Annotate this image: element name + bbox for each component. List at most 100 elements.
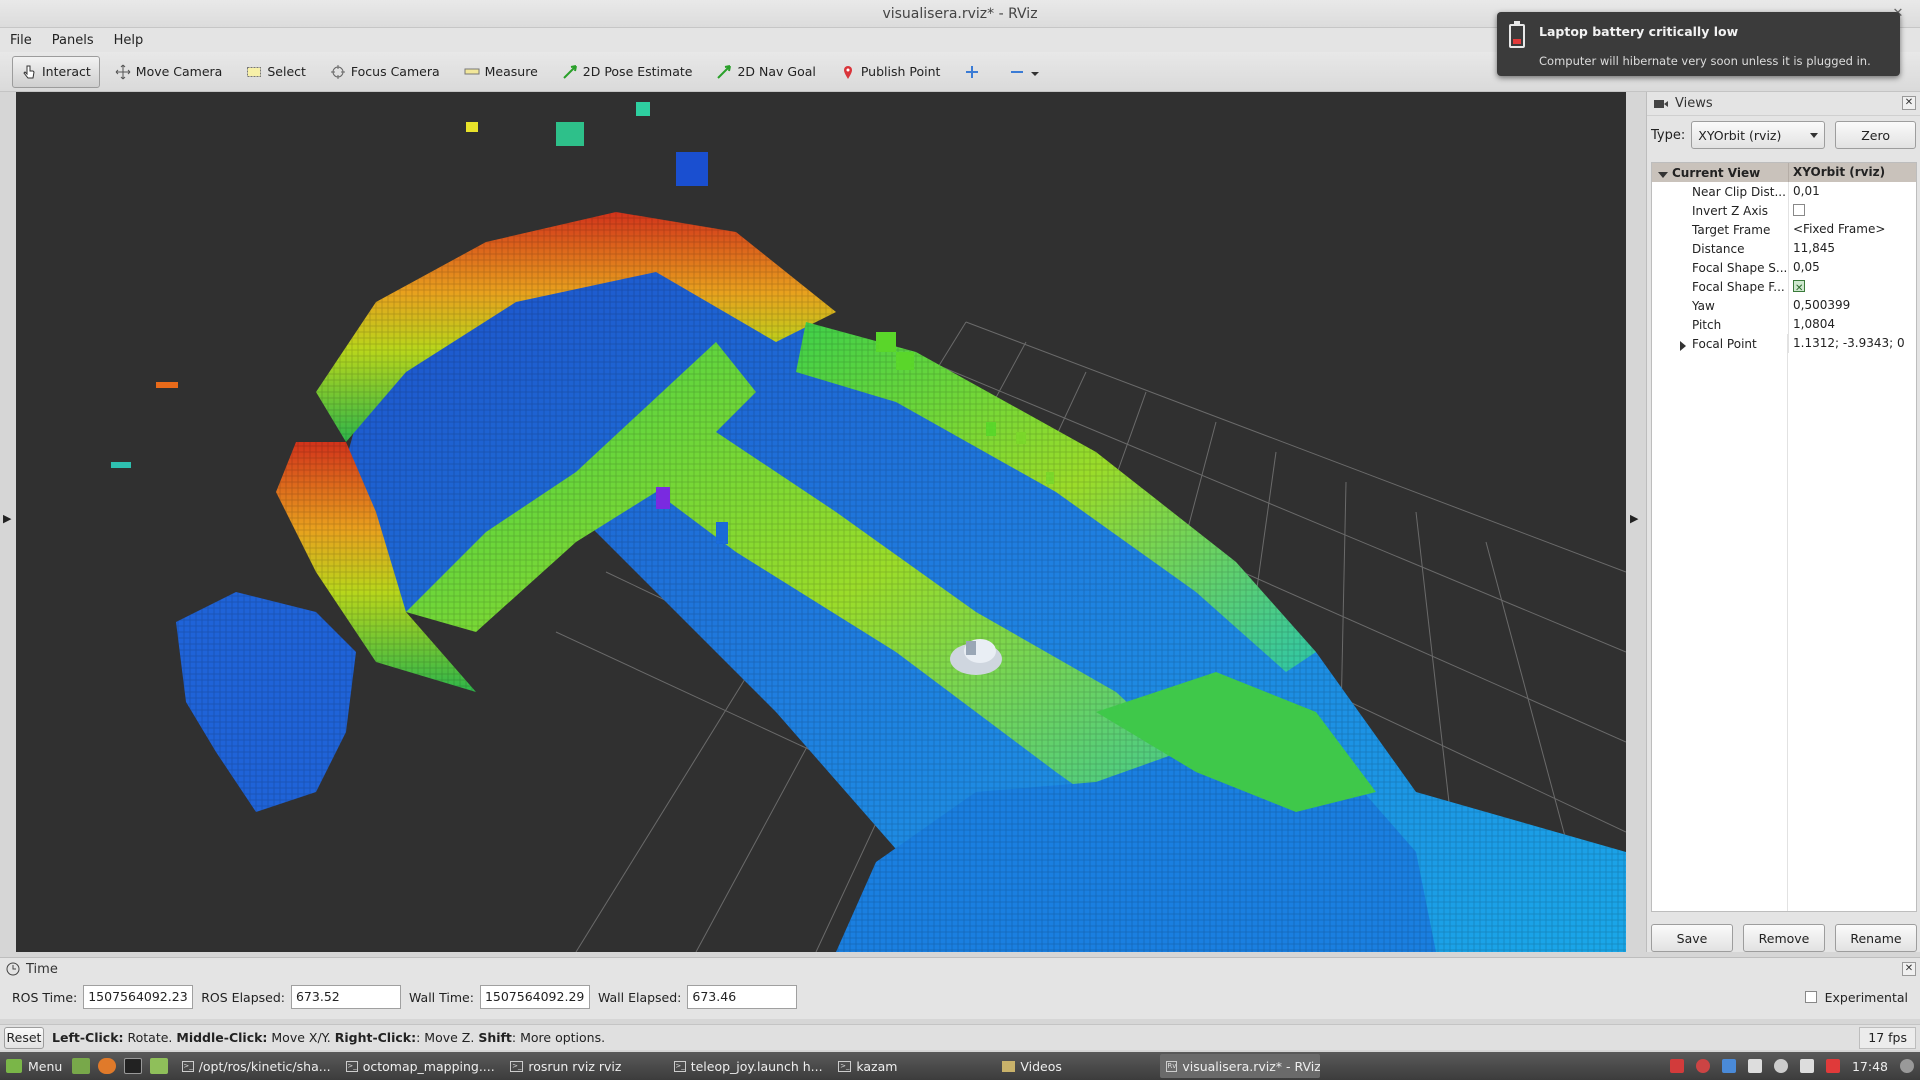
expand-down-icon[interactable] [1658,171,1668,178]
view-type-value: XYOrbit (rviz) [1698,127,1782,143]
views-panel: Views ✕ Type: XYOrbit (rviz) Zero Curren… [1646,92,1920,952]
right-dock-toggle-icon[interactable]: ▶ [1630,512,1638,525]
menu-panels[interactable]: Panels [52,33,94,48]
render-viewport[interactable] [16,92,1626,952]
remove-view-button[interactable]: Remove [1743,924,1825,952]
notification-body: Computer will hibernate very soon unless… [1539,54,1871,68]
task-videos[interactable]: Videos [996,1054,1156,1078]
near-clip-value[interactable]: 0,01 [1788,182,1916,201]
volume-icon[interactable] [1900,1059,1914,1073]
battery-icon[interactable] [1825,1059,1840,1073]
octomap-render [111,102,1626,952]
left-dock-toggle-icon[interactable]: ▶ [3,512,11,525]
property-focal-shape-size[interactable]: Focal Shape S... 0,05 [1652,258,1916,277]
ros-time-field[interactable]: 1507564092.23 [83,985,194,1009]
close-panel-icon[interactable]: ✕ [1902,962,1916,976]
tool-2d-pose-estimate-label: 2D Pose Estimate [582,64,693,79]
user-icon[interactable] [1773,1059,1788,1073]
property-target-frame[interactable]: Target Frame <Fixed Frame> [1652,220,1916,239]
tool-2d-pose-estimate[interactable]: 2D Pose Estimate [553,56,702,88]
tool-measure[interactable]: Measure [455,56,547,88]
dropbox-icon[interactable] [1747,1059,1762,1073]
property-distance[interactable]: Distance 11,845 [1652,239,1916,258]
camera-icon [1653,98,1669,110]
task-octomap[interactable]: >_ octomap_mapping.... [340,1054,500,1078]
tool-interact-label: Interact [42,64,91,79]
tool-select-label: Select [267,64,306,79]
rename-view-button[interactable]: Rename [1835,924,1917,952]
task-kazam[interactable]: >_ kazam [832,1054,992,1078]
wifi-icon[interactable] [1799,1059,1814,1073]
property-near-clip[interactable]: Near Clip Dist... 0,01 [1652,182,1916,201]
terminal-icon[interactable] [124,1058,143,1074]
view-type-label: Type: [1651,127,1686,143]
time-fields-row: ROS Time: 1507564092.23 ROS Elapsed: 673… [0,980,1920,1014]
task-opt-ros[interactable]: >_/opt/ros/kinetic/sha... [176,1054,336,1078]
tool-publish-point[interactable]: Publish Point [831,56,950,88]
remove-tool-button[interactable] [1000,56,1054,88]
focal-shape-size-value[interactable]: 0,05 [1788,258,1916,277]
tool-select[interactable]: Select [237,56,315,88]
pitch-value[interactable]: 1,0804 [1788,315,1916,334]
current-view-row[interactable]: Current View XYOrbit (rviz) [1652,163,1916,182]
tool-2d-nav-goal[interactable]: 2D Nav Goal [707,56,824,88]
reset-button[interactable]: Reset [4,1026,44,1049]
target-frame-value[interactable]: <Fixed Frame> [1788,220,1916,239]
zero-button[interactable]: Zero [1835,121,1916,149]
view-type-select[interactable]: XYOrbit (rviz) [1691,121,1826,149]
files-icon[interactable] [150,1058,169,1074]
tool-move-camera-label: Move Camera [135,64,223,79]
dropdown-arrow-icon[interactable] [1030,64,1040,80]
property-focal-shape-fixed[interactable]: Focal Shape F... [1652,277,1916,296]
focal-point-name: Focal Point [1652,337,1788,351]
select-rect-icon [246,64,262,80]
add-tool-button[interactable] [955,56,994,88]
tool-focus-camera[interactable]: Focus Camera [321,56,449,88]
system-tray: 17:48 [1658,1052,1914,1080]
shield-icon[interactable] [1695,1059,1710,1073]
property-invert-z[interactable]: Invert Z Axis [1652,201,1916,220]
focal-shape-fixed-checkbox[interactable] [1793,279,1805,296]
clock-icon [6,962,20,976]
wall-elapsed-label: Wall Elapsed: [597,989,682,1005]
battery-notification[interactable]: Laptop battery critically low Computer w… [1497,12,1900,76]
experimental-checkbox[interactable] [1804,991,1817,1003]
yaw-value[interactable]: 0,500399 [1788,296,1916,315]
wall-time-field[interactable]: 1507564092.29 [479,985,590,1009]
invert-z-checkbox[interactable] [1793,204,1805,216]
mouse-hint: Left-Click: Rotate. Middle-Click: Move X… [52,1030,606,1045]
status-bar: Reset Left-Click: Rotate. Middle-Click: … [0,1024,1920,1050]
bluetooth-icon[interactable] [1721,1059,1736,1073]
wall-elapsed-field[interactable]: 673.46 [687,985,798,1009]
plus-icon [964,64,980,80]
property-focal-point[interactable]: Focal Point 1.1312; -3.9343; 0 [1652,334,1916,353]
task-rviz[interactable]: Rv visualisera.rviz* - RViz [1160,1054,1321,1078]
distance-value[interactable]: 11,845 [1788,239,1916,258]
time-panel-header: Time ✕ [0,958,1920,980]
tool-focus-camera-label: Focus Camera [350,64,440,79]
start-menu-button[interactable]: Menu [0,1054,68,1078]
tool-measure-label: Measure [484,64,538,79]
task-rosrun-rviz[interactable]: >_ rosrun rviz rviz [504,1054,664,1078]
tool-move-camera[interactable]: Move Camera [106,56,232,88]
current-view-value: XYOrbit (rviz) [1788,163,1916,182]
task-teleop[interactable]: >_ teleop_joy.launch h... [668,1054,828,1078]
focal-point-value[interactable]: 1.1312; -3.9343; 0 [1788,334,1916,353]
menu-file[interactable]: File [10,33,32,48]
clock[interactable]: 17:48 [1852,1059,1888,1074]
firefox-icon[interactable] [98,1058,117,1074]
record-icon[interactable] [1669,1059,1684,1073]
close-panel-icon[interactable]: ✕ [1902,96,1916,110]
menu-help[interactable]: Help [114,33,144,48]
show-desktop-icon[interactable] [72,1058,91,1074]
chevron-down-icon [1810,133,1819,138]
save-view-button[interactable]: Save [1651,924,1733,952]
property-yaw[interactable]: Yaw 0,500399 [1652,296,1916,315]
expand-right-icon[interactable] [1680,340,1686,351]
current-view-name: Current View [1652,166,1788,180]
mint-logo-icon [6,1059,22,1073]
ruler-icon [464,64,480,80]
ros-elapsed-field[interactable]: 673.52 [290,985,401,1009]
property-pitch[interactable]: Pitch 1,0804 [1652,315,1916,334]
tool-interact[interactable]: Interact [12,55,100,88]
